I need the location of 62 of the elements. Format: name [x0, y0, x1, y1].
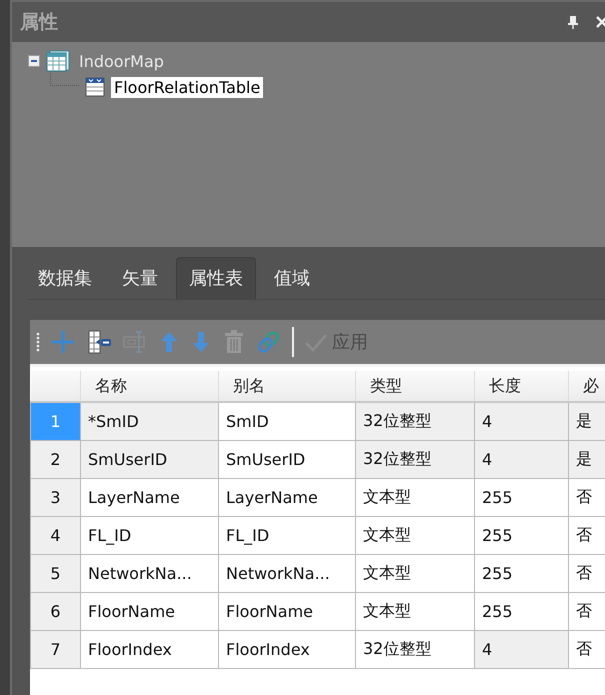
table-cell: 32位整型 [356, 440, 474, 478]
link-icon[interactable] [256, 329, 282, 355]
row-header[interactable]: 7 [30, 630, 80, 668]
database-icon [46, 50, 70, 72]
column-header[interactable]: 名称 [80, 371, 218, 402]
table-cell: 255 [474, 478, 568, 516]
column-header[interactable]: 长度 [474, 371, 568, 402]
table-cell: 否 [568, 592, 605, 630]
table-cell: SmUserID [218, 440, 356, 478]
table-cell: 是 [568, 402, 605, 440]
close-icon[interactable] [595, 15, 605, 29]
column-header[interactable]: 类型 [356, 371, 474, 402]
row-header[interactable]: 2 [30, 440, 80, 478]
table-cell: 32位整型 [356, 402, 474, 440]
table-cell: LayerName [80, 478, 218, 516]
table-cell: 文本型 [356, 516, 474, 554]
table-cell: FL_ID [80, 516, 218, 554]
tab[interactable]: 数据集 [26, 257, 104, 299]
insert-column-icon[interactable] [86, 329, 112, 355]
tab[interactable]: 属性表 [176, 257, 256, 299]
table-cell: 4 [474, 630, 568, 668]
table-cell: FloorName [80, 592, 218, 630]
table-cell: 255 [474, 592, 568, 630]
table-cell: 否 [568, 630, 605, 668]
table-cell: 文本型 [356, 478, 474, 516]
table-cell: 否 [568, 554, 605, 592]
table-cell: FL_ID [218, 516, 356, 554]
panel-title: 属性 [20, 10, 58, 35]
corner-cell [30, 371, 80, 402]
row-header[interactable]: 3 [30, 478, 80, 516]
pin-icon[interactable] [567, 15, 579, 29]
table-cell: NetworkNa... [218, 554, 356, 592]
table-cell: NetworkNa... [80, 554, 218, 592]
table-cell: 4 [474, 440, 568, 478]
tree-item[interactable]: FloorRelationTable [111, 76, 264, 98]
table-cell: LayerName [218, 478, 356, 516]
table-cell: *SmID [80, 402, 218, 440]
table-cell: 255 [474, 516, 568, 554]
table-cell: 255 [474, 554, 568, 592]
table-cell: FloorIndex [80, 630, 218, 668]
column-header[interactable]: 必 [568, 371, 605, 402]
row-header[interactable]: 5 [30, 554, 80, 592]
row-header[interactable]: 6 [30, 592, 80, 630]
table-cell: 否 [568, 478, 605, 516]
add-icon[interactable] [50, 329, 76, 355]
table-cell: 文本型 [356, 592, 474, 630]
table-cell: FloorIndex [218, 630, 356, 668]
table-cell: 32位整型 [356, 630, 474, 668]
table-cell: 否 [568, 516, 605, 554]
grip-icon [36, 331, 40, 353]
table-cell: SmUserID [80, 440, 218, 478]
table-cell: FloorName [218, 592, 356, 630]
table-icon [85, 77, 105, 97]
tab[interactable]: 矢量 [110, 257, 170, 299]
row-header[interactable]: 4 [30, 516, 80, 554]
table-cell: 文本型 [356, 554, 474, 592]
collapse-toggle[interactable] [28, 55, 40, 67]
table-cell: 4 [474, 402, 568, 440]
tab[interactable]: 值域 [262, 257, 322, 299]
column-header[interactable]: 别名 [218, 371, 356, 402]
table-cell: 是 [568, 440, 605, 478]
table-cell: SmID [218, 402, 356, 440]
